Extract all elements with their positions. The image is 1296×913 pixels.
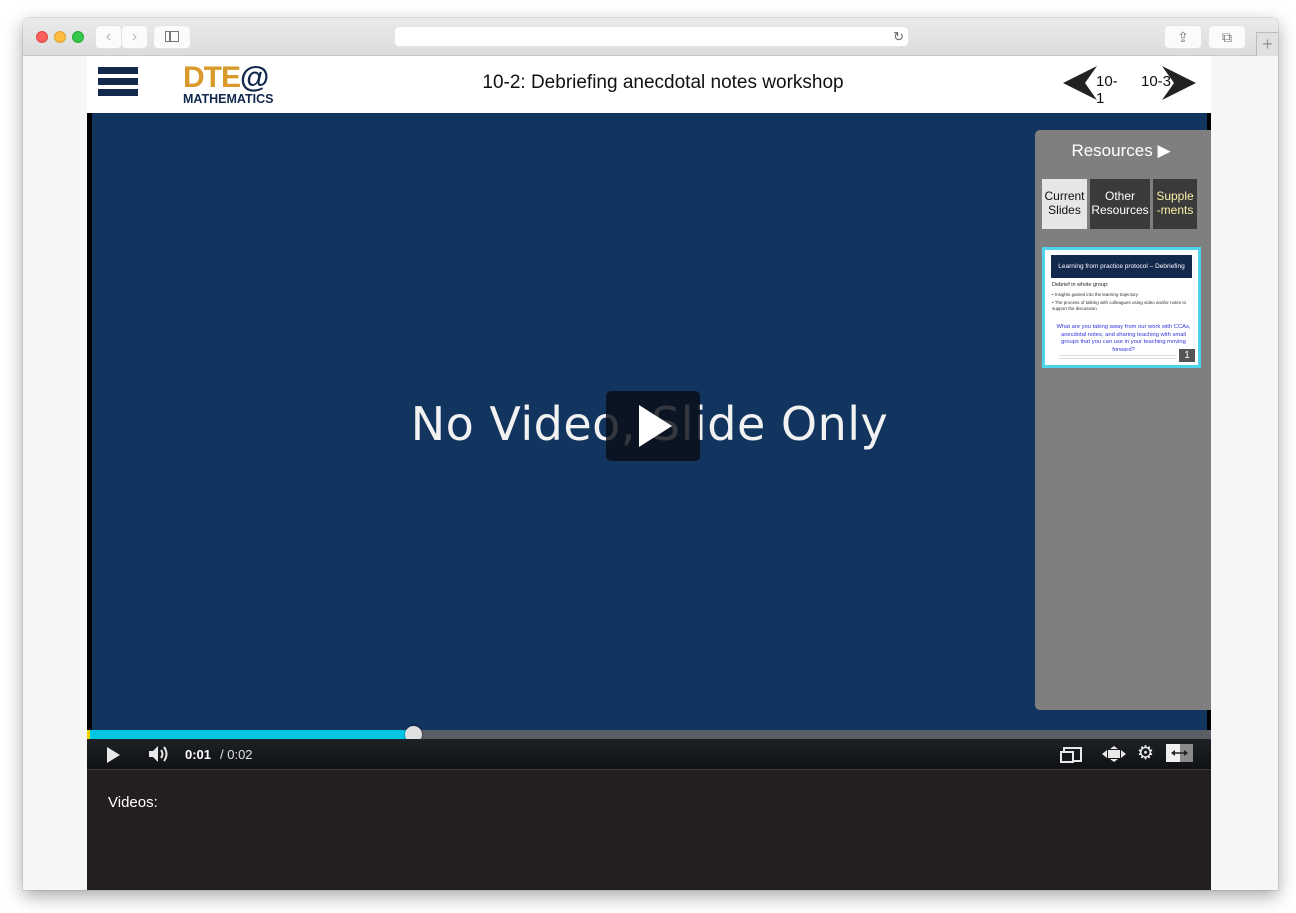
back-button[interactable]: ‹ — [96, 26, 121, 48]
volume-icon — [149, 746, 168, 762]
settings-button[interactable]: ⚙ — [1137, 744, 1154, 763]
chevron-right-icon: › — [131, 28, 138, 45]
videos-label: Videos: — [108, 794, 158, 811]
current-time: 0:01 — [185, 747, 212, 762]
page-content: DTE@ MATHEMATICS 10-2: Debriefing anecdo… — [87, 56, 1211, 890]
thumbnail-subheading: Debrief in whole group: — [1052, 282, 1109, 288]
resources-panel: Resources ▶ Current Slides Other Resourc… — [1035, 130, 1211, 710]
browser-toolbar: ‹ › ↻ ⇪ ⧉ + — [23, 18, 1278, 56]
pip-icon — [1060, 747, 1082, 763]
videos-section: Videos: — [87, 769, 1211, 890]
tab-supplements[interactable]: Supple -ments — [1153, 179, 1197, 229]
toggle-panel-button[interactable] — [1166, 744, 1193, 762]
close-window-button[interactable] — [36, 31, 48, 43]
new-tab-button[interactable]: + — [1256, 32, 1278, 56]
sidebar-toggle-button[interactable] — [154, 26, 190, 48]
show-tabs-button[interactable]: ⧉ — [1209, 26, 1245, 48]
sidebar-icon — [165, 31, 179, 42]
progress-bar[interactable] — [87, 726, 1211, 743]
slide-thumbnail[interactable]: Learning from practice protocol – Debrie… — [1042, 247, 1201, 368]
triangle-right-icon: ▶ — [1157, 141, 1171, 160]
control-bar: 0:01 / 0:02 ⚙ — [87, 739, 1211, 769]
site-header: DTE@ MATHEMATICS 10-2: Debriefing anecdo… — [87, 56, 1211, 113]
share-icon: ⇪ — [1177, 29, 1189, 45]
resources-toggle[interactable]: Resources ▶ — [1035, 141, 1207, 161]
reload-icon[interactable]: ↻ — [893, 27, 904, 46]
theater-mode-button[interactable] — [1102, 746, 1126, 762]
duration: / 0:02 — [220, 747, 253, 762]
thumbnail-heading: Learning from practice protocol – Debrie… — [1051, 255, 1192, 278]
picture-in-picture-button[interactable] — [1060, 747, 1082, 763]
page-title: 10-2: Debriefing anecdotal notes worksho… — [482, 72, 844, 93]
address-bar[interactable]: ↻ — [395, 27, 908, 46]
thumbnail-footnote — [1059, 355, 1177, 359]
play-button[interactable] — [107, 747, 120, 763]
gear-icon: ⚙ — [1137, 743, 1155, 764]
plus-icon: + — [1262, 34, 1273, 54]
chevron-left-icon: ‹ — [105, 28, 112, 45]
thumbnail-question: What are you taking away from our work w… — [1056, 324, 1191, 353]
next-lesson-link[interactable]: 10-3 — [1137, 66, 1199, 100]
tab-other-resources[interactable]: Other Resources — [1090, 179, 1150, 229]
forward-button[interactable]: › — [122, 26, 147, 48]
video-player[interactable]: No Video, Slide Only Resources ▶ Current… — [87, 113, 1211, 769]
tabs-icon: ⧉ — [1222, 29, 1232, 45]
swap-arrows-icon — [1166, 744, 1193, 762]
arrow-left-icon — [1063, 66, 1097, 100]
slide-number-badge: 1 — [1179, 349, 1195, 362]
thumbnail-bullet: • Insights gained into the learning traj… — [1052, 292, 1139, 297]
menu-button[interactable] — [98, 67, 138, 97]
arrow-right-icon — [1162, 66, 1196, 100]
expand-arrows-icon — [1102, 746, 1126, 762]
browser-window: ‹ › ↻ ⇪ ⧉ + DTE@ MATHEMATICS 10-2: Debri… — [23, 18, 1278, 890]
progress-fill — [87, 730, 413, 739]
volume-button[interactable] — [148, 745, 170, 763]
thumbnail-bullet: • The process of talking with colleagues… — [1052, 300, 1187, 311]
minimize-window-button[interactable] — [54, 31, 66, 43]
dte-logo[interactable]: DTE@ MATHEMATICS — [183, 63, 293, 106]
zoom-window-button[interactable] — [72, 31, 84, 43]
big-play-button[interactable] — [606, 391, 700, 461]
previous-lesson-link[interactable]: 10-1 — [1063, 66, 1125, 107]
share-button[interactable]: ⇪ — [1165, 26, 1201, 48]
hamburger-icon — [98, 67, 138, 74]
tab-current-slides[interactable]: Current Slides — [1042, 179, 1087, 229]
